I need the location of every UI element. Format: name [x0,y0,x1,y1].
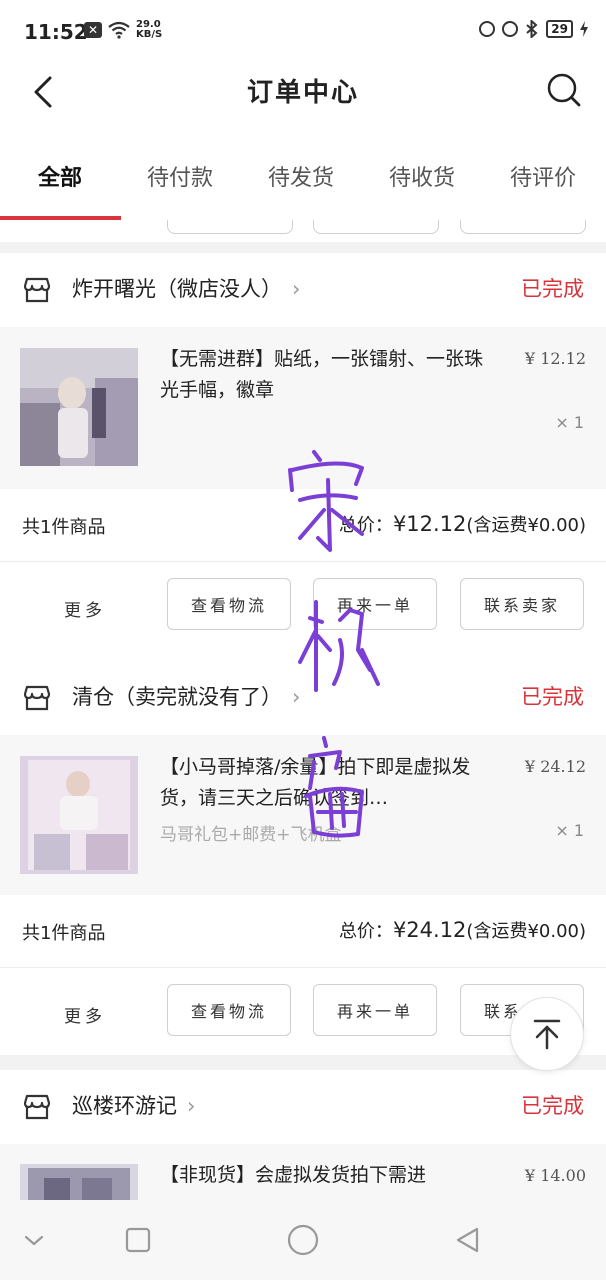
system-nav-bar [0,1200,606,1280]
charging-icon [580,21,588,37]
product-image [20,348,138,466]
search-icon[interactable] [546,72,582,108]
total-label: 总价： [338,921,393,942]
store-name[interactable]: 炸开曙光（微店没人） › [72,273,300,303]
nav-down-icon[interactable] [18,1224,50,1256]
buy-again-button[interactable]: 再来一单 [313,984,437,1036]
contact-seller-button[interactable]: 联系卖家 [460,578,584,630]
product-title[interactable]: 【无需进群】贴纸，一张镭射、一张珠光手幅，徽章 [160,344,490,406]
product-image [20,1164,138,1200]
view-logistics-button[interactable]: 查看物流 [167,578,291,630]
store-icon [23,685,51,711]
status-time: 11:52 [24,20,88,44]
order-summary: 共1件商品 总价：¥12.12(含运费¥0.00) [0,489,606,562]
order-item[interactable]: 【非现货】会虚拟发货拍下需进 ¥ 14.00 [0,1144,606,1200]
net-speed: 29.0 KB/S [136,20,162,40]
order-status: 已完成 [521,1094,584,1118]
total-label: 总价： [338,515,393,536]
view-logistics-button[interactable]: 查看物流 [167,984,291,1036]
page-title: 订单中心 [246,78,359,108]
chevron-right-icon: › [187,1094,196,1118]
store-header[interactable]: 巡楼环游记 › 已完成 [0,1070,606,1144]
order-status: 已完成 [521,277,584,301]
item-count: 共1件商品 [22,923,106,944]
order-total: 总价：¥24.12(含运费¥0.00) [339,917,586,943]
order-item[interactable]: 【小马哥掉落/余量】拍下即是虚拟发货，请三天之后确认签到… 马哥礼包+邮费+飞机… [0,735,606,895]
item-count: 共1件商品 [22,517,106,538]
product-spec: 马哥礼包+邮费+飞机盒 [160,825,342,845]
back-to-top-icon [533,1019,561,1050]
store-name-text: 炸开曙光（微店没人） [72,277,282,301]
top-app-bar: 订单中心 [0,62,606,124]
order-card: 清仓（卖完就没有了） › 已完成 【小马哥掉落/余量】拍下即是虚拟发货，请三天之后… [0,661,606,1055]
order-total: 总价：¥12.12(含运费¥0.00) [339,511,586,537]
store-name-text: 清仓（卖完就没有了） [72,685,282,709]
store-header[interactable]: 炸开曙光（微店没人） › 已完成 [0,253,606,327]
tab-all[interactable]: 全部 [38,160,82,192]
order-item[interactable]: 【无需进群】贴纸，一张镭射、一张珠光手幅，徽章 ¥ 12.12 × 1 [0,327,606,489]
order-summary: 共1件商品 总价：¥24.12(含运费¥0.00) [0,895,606,968]
bluetooth-icon [526,20,538,38]
nav-back-icon[interactable] [452,1224,484,1256]
product-thumbnail[interactable] [20,1164,138,1200]
chevron-right-icon: › [292,685,301,709]
store-name-text: 巡楼环游记 [72,1094,177,1118]
product-thumbnail[interactable] [20,756,138,874]
store-icon [23,1094,51,1120]
shipping-fee: (含运费¥0.00) [466,921,586,942]
shipping-fee: (含运费¥0.00) [466,515,586,536]
more-button[interactable]: 更多 [64,596,106,621]
product-thumbnail[interactable] [20,348,138,466]
order-actions: 更多 查看物流 再来一单 联系卖家 [0,562,606,656]
notification-icon: ✕ [84,22,102,38]
lock-rotation-icon [502,21,519,37]
more-button[interactable]: 更多 [64,1002,106,1027]
product-price: ¥ 12.12 [524,349,586,368]
product-title[interactable]: 【小马哥掉落/余量】拍下即是虚拟发货，请三天之后确认签到… [160,752,490,814]
product-quantity: × 1 [555,821,584,840]
net-speed-unit: KB/S [136,29,163,40]
store-header[interactable]: 清仓（卖完就没有了） › 已完成 [0,661,606,735]
status-bar: 11:52 ✕ 29.0 KB/S 29 [0,0,606,62]
status-left-icons: ✕ 29.0 KB/S [84,20,162,40]
nav-recent-icon[interactable] [122,1224,154,1256]
previous-order-card-bottom [0,220,606,242]
back-to-top-button[interactable] [510,997,584,1071]
tab-pending-shipment[interactable]: 待发货 [268,160,334,192]
store-name[interactable]: 清仓（卖完就没有了） › [72,681,300,711]
chevron-right-icon: › [292,277,301,301]
previous-order-button[interactable] [313,220,439,234]
product-image [20,756,138,874]
product-title[interactable]: 【非现货】会虚拟发货拍下需进 [160,1160,490,1191]
total-amount: ¥24.12 [392,918,467,942]
buy-again-button[interactable]: 再来一单 [313,578,437,630]
total-amount: ¥12.12 [392,512,467,536]
status-right-icons: 29 [479,20,588,38]
tab-pending-receipt[interactable]: 待收货 [389,160,455,192]
battery-indicator: 29 [546,20,573,38]
wifi-icon [108,21,130,39]
store-name[interactable]: 巡楼环游记 › [72,1090,195,1120]
order-card: 巡楼环游记 › 已完成 【非现货】会虚拟发货拍下需进 ¥ 14.00 [0,1070,606,1200]
order-status: 已完成 [521,685,584,709]
order-tabs: 全部 待付款 待发货 待收货 待评价 [0,124,606,220]
order-card: 炸开曙光（微店没人） › 已完成 【无需进群】贴纸，一张镭射、一张珠光手幅，徽章 … [0,253,606,661]
nav-home-icon[interactable] [285,1222,321,1258]
product-quantity: × 1 [555,413,584,432]
product-price: ¥ 14.00 [524,1166,586,1185]
tab-pending-review[interactable]: 待评价 [510,160,576,192]
store-icon [23,277,51,303]
dnd-icon [479,21,496,37]
tab-pending-payment[interactable]: 待付款 [147,160,213,192]
product-price: ¥ 24.12 [524,757,586,776]
previous-order-button[interactable] [167,220,293,234]
previous-order-button[interactable] [460,220,586,234]
